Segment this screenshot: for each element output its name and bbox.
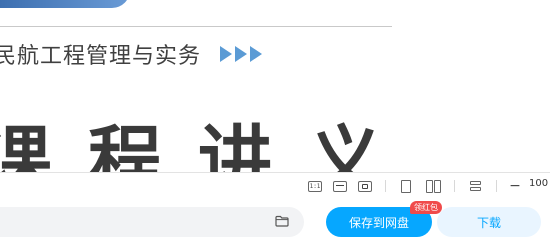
viewer-toolbar: 1:1 − 100 — [0, 172, 550, 198]
header-divider — [0, 26, 392, 27]
zoom-out-icon[interactable]: − — [507, 178, 523, 194]
download-button[interactable]: 下载 — [437, 207, 541, 237]
document-title: 课程讲义 — [0, 118, 418, 172]
action-bar: 保存到网盘 领红包 下载 — [0, 198, 550, 252]
path-input[interactable] — [0, 207, 304, 237]
folder-icon[interactable] — [275, 215, 289, 227]
document-page: 民航工程管理与实务 课程讲义 — [0, 0, 550, 172]
red-packet-badge: 领红包 — [410, 201, 442, 214]
document-subtitle: 民航工程管理与实务 — [0, 44, 202, 69]
zoom-level[interactable]: 100 — [529, 178, 548, 189]
save-to-cloud-label: 保存到网盘 — [348, 215, 409, 230]
actual-size-label: 1:1 — [308, 180, 322, 192]
continuous-scroll-icon[interactable] — [467, 178, 483, 194]
fit-width-icon[interactable] — [332, 178, 348, 194]
toolbar-divider — [496, 180, 497, 192]
toolbar-divider — [385, 180, 386, 192]
download-label: 下载 — [476, 215, 501, 230]
two-page-icon[interactable] — [425, 178, 441, 194]
single-page-icon[interactable] — [398, 178, 414, 194]
fit-page-icon[interactable] — [357, 178, 373, 194]
toolbar-divider — [454, 180, 455, 192]
triple-arrow-icon — [220, 46, 262, 62]
header-banner — [0, 0, 130, 8]
actual-size-icon[interactable]: 1:1 — [307, 178, 323, 194]
